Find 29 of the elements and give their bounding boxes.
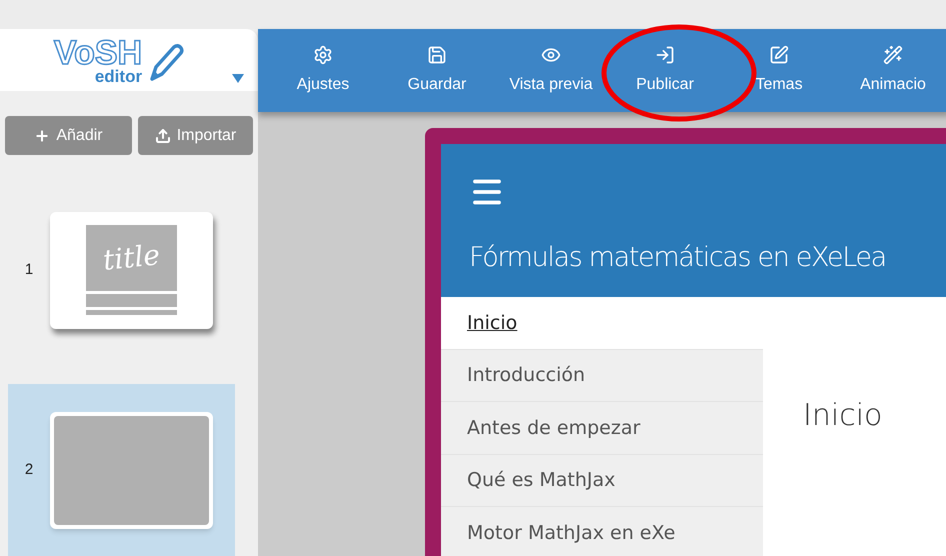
slide-item[interactable]: 1 title	[8, 184, 235, 356]
logo-mark: VoSH	[54, 36, 142, 70]
gear-icon	[313, 44, 333, 64]
toolbar-button[interactable]: Temas	[722, 29, 836, 112]
nav-link[interactable]: Qué es MathJax	[441, 454, 763, 507]
nav-link[interactable]: Introducción	[441, 350, 763, 402]
slide-thumbnail[interactable]: title	[50, 212, 213, 328]
content-heading: Inicio	[803, 398, 882, 433]
toolbar-button[interactable]: Animacio	[836, 29, 946, 112]
plus-icon	[34, 128, 50, 144]
arrow-into-door-icon	[655, 44, 675, 64]
nav-link[interactable]: Antes de empezar	[441, 402, 763, 454]
nav-link[interactable]: Motor MathJax en eXe	[441, 507, 763, 556]
page-title: Fórmulas matemáticas en eXeLea	[469, 241, 887, 275]
import-button[interactable]: Importar	[138, 116, 253, 155]
slide-thumbnail[interactable]	[50, 412, 213, 528]
toolbar-button[interactable]: Vista previa	[494, 29, 608, 112]
magic-wand-icon	[883, 44, 903, 64]
slide-number: 1	[24, 260, 34, 280]
slide-number: 2	[24, 460, 34, 480]
logo-subtitle: editor	[94, 68, 142, 84]
dropdown-caret-icon[interactable]	[232, 74, 244, 83]
toolbar-button[interactable]: Ajustes	[266, 29, 380, 112]
slide-item[interactable]: 2	[8, 384, 235, 556]
thumbnail-title-text: title	[100, 237, 162, 279]
pencil-square-icon	[769, 44, 789, 64]
toolbar-button[interactable]: Guardar	[380, 29, 494, 112]
upload-icon	[154, 128, 171, 144]
add-button[interactable]: Añadir	[5, 116, 132, 155]
